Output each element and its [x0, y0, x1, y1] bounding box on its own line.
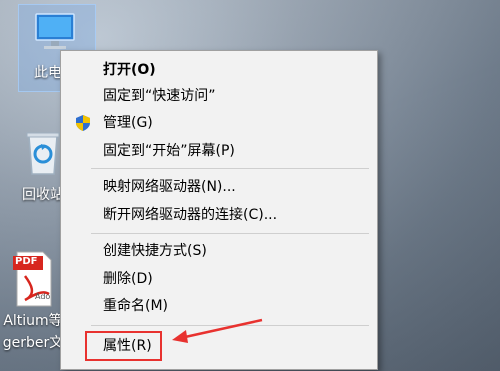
- uac-shield-icon: [76, 115, 90, 131]
- menu-item-manage[interactable]: 管理(G): [61, 111, 375, 135]
- desktop-icon-label-line2: gerber文: [2, 335, 64, 351]
- menu-item-disconnect-network-drive[interactable]: 断开网络驱动器的连接(C)...: [61, 203, 375, 227]
- desktop-icon-label: Altium等: [3, 313, 63, 329]
- menu-separator: [91, 233, 369, 234]
- menu-item-create-shortcut[interactable]: 创建快捷方式(S): [61, 239, 375, 263]
- properties-highlight-box: [85, 331, 162, 361]
- desktop-icon-pdf-file[interactable]: PDF Ado Altium等 gerber文: [0, 250, 66, 352]
- pdf-sublabel: Ado: [35, 292, 51, 301]
- menu-separator: [91, 325, 369, 326]
- menu-item-pin-start[interactable]: 固定到“开始”屏幕(P): [61, 139, 375, 163]
- recycle-bin-icon: [26, 132, 60, 175]
- menu-item-rename[interactable]: 重命名(M): [61, 294, 375, 318]
- menu-separator: [91, 168, 369, 169]
- menu-item-delete[interactable]: 删除(D): [61, 267, 375, 291]
- context-menu: 打开(O) 固定到“快速访问” 管理(G) 固定到“开始”屏幕(P) 映射网络驱…: [60, 50, 378, 370]
- menu-item-open[interactable]: 打开(O): [61, 58, 375, 82]
- menu-item-manage-label: 管理(G): [103, 115, 153, 131]
- menu-item-pin-quick-access[interactable]: 固定到“快速访问”: [61, 84, 375, 108]
- menu-item-map-network-drive[interactable]: 映射网络驱动器(N)...: [61, 175, 375, 199]
- pdf-badge: PDF: [15, 256, 38, 267]
